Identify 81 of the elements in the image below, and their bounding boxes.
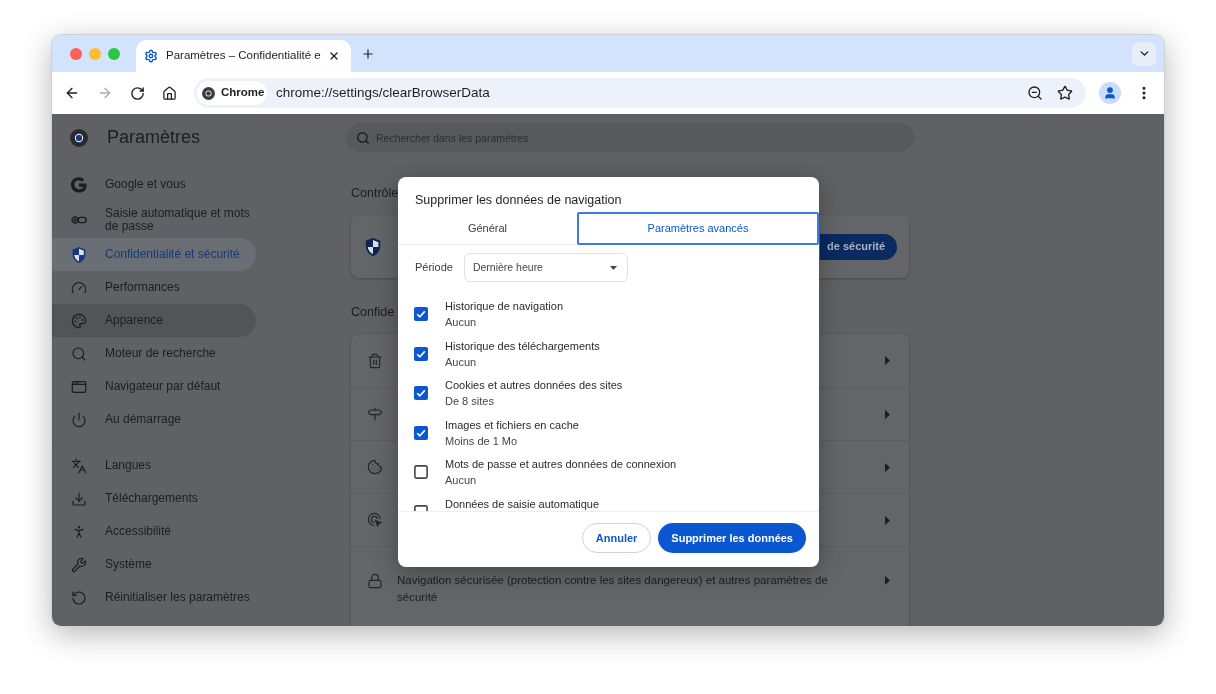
row-text: Navigation sécurisée (protection contre les sites dangereux) et autres paramètres de sécurité xyxy=(397,573,829,605)
checkbox[interactable] xyxy=(414,346,428,361)
logo-icon xyxy=(202,86,215,100)
period-select[interactable]: Dernière heure xyxy=(463,253,628,282)
gear-icon xyxy=(144,49,158,63)
option-title: Historique des téléchargements xyxy=(445,338,600,354)
caret-right-icon[interactable] xyxy=(885,515,890,525)
avatar-icon[interactable] xyxy=(1099,82,1121,104)
search-icon xyxy=(356,130,370,145)
magnifier-minus-icon[interactable] xyxy=(1027,85,1043,101)
gauge-icon xyxy=(71,279,87,296)
browser-tab[interactable]: Paramètres – Confidentialité e xyxy=(136,40,351,72)
sidebar-item[interactable]: Saisie automatique et mots de passe xyxy=(52,201,256,238)
shield-icon xyxy=(71,246,87,263)
option-detail: De 8 sites xyxy=(445,394,495,409)
sidebar-item[interactable]: Moteur de recherche xyxy=(52,337,256,370)
cookie-icon xyxy=(367,459,383,475)
sidebar-item[interactable]: Téléchargements xyxy=(52,482,256,515)
option-detail: Aucun xyxy=(445,315,478,330)
checkbox[interactable] xyxy=(414,425,428,440)
sidebar-item[interactable]: Performances xyxy=(52,271,256,304)
section-heading: Contrôle xyxy=(351,185,399,201)
logo-icon xyxy=(70,128,88,147)
option-detail: Moins de 1 Mo xyxy=(445,433,519,449)
option-title: Mots de passe et autres données de connexion xyxy=(445,457,677,472)
cancel-button[interactable]: Annuler xyxy=(581,523,652,553)
sidebar-item[interactable]: Langues xyxy=(52,449,256,482)
option-title: Images et fichiers en cache xyxy=(445,417,579,433)
dialog-title: Supprimer les données de navigation xyxy=(414,192,623,209)
search-icon xyxy=(71,345,87,362)
trash-icon xyxy=(367,352,383,369)
power-icon xyxy=(71,411,87,428)
delete-data-button[interactable]: Supprimer les données xyxy=(658,523,806,553)
download-icon xyxy=(71,490,87,507)
close-icon[interactable] xyxy=(328,50,340,62)
caret-down-icon xyxy=(609,265,617,270)
house-icon[interactable] xyxy=(162,85,177,101)
circular-arrow-icon xyxy=(71,589,87,606)
sidebar-item[interactable]: Accessibilité xyxy=(52,515,256,548)
sidebar-item[interactable]: Navigateur par défaut xyxy=(52,370,256,403)
lock-icon xyxy=(367,572,383,589)
star-icon[interactable] xyxy=(1057,85,1073,101)
page-title: Paramètres xyxy=(107,126,201,149)
sidebar-item[interactable]: Système xyxy=(52,548,256,581)
signpost-icon xyxy=(367,406,383,422)
checkbox[interactable] xyxy=(414,307,428,321)
g-logo-icon xyxy=(71,176,87,193)
tab[interactable]: Général xyxy=(398,212,577,245)
option-title: Données de saisie automatique xyxy=(445,496,600,511)
sidebar-item[interactable]: Au démarrage xyxy=(52,403,256,436)
tab-title: Paramètres – Confidentialité e xyxy=(166,48,322,64)
checkbox[interactable] xyxy=(414,465,428,479)
caret-right-icon[interactable] xyxy=(885,576,890,585)
wrench-icon xyxy=(71,556,87,573)
window-icon xyxy=(71,378,87,395)
sidebar-item[interactable]: Google et vous xyxy=(52,168,256,201)
target-cursor-icon xyxy=(367,512,383,528)
reload-icon[interactable] xyxy=(130,85,145,101)
action-button[interactable]: de sécurité xyxy=(820,233,897,260)
caret-right-icon[interactable] xyxy=(885,356,890,365)
palette-icon xyxy=(71,312,87,329)
caret-right-icon[interactable] xyxy=(885,409,890,419)
url-text: chrome://settings/clearBrowserData xyxy=(276,83,490,102)
person-icon xyxy=(71,523,87,540)
sidebar-item[interactable]: Réinitialiser les paramètres xyxy=(52,581,256,614)
plus-icon[interactable] xyxy=(361,46,375,61)
translate-icon xyxy=(71,457,87,474)
tab-list-button[interactable] xyxy=(1132,41,1156,66)
option-detail: Aucun xyxy=(445,473,478,488)
site-chip[interactable]: Chrome xyxy=(197,81,267,105)
caret-right-icon[interactable] xyxy=(885,462,890,472)
checkbox[interactable] xyxy=(414,386,428,400)
period-label: Période xyxy=(415,260,453,276)
shield-icon xyxy=(365,237,381,256)
address-bar[interactable]: Chrome chrome://settings/clearBrowserData xyxy=(194,78,1086,108)
option-title: Cookies et autres données des sites xyxy=(445,378,623,393)
option-detail: Aucun xyxy=(445,354,478,370)
section-heading: Confide xyxy=(351,304,395,320)
sidebar-item[interactable]: Confidentialité et sécurité xyxy=(52,238,256,271)
option-title: Historique de navigation xyxy=(445,299,564,314)
tab[interactable]: Paramètres avancés xyxy=(577,212,819,245)
